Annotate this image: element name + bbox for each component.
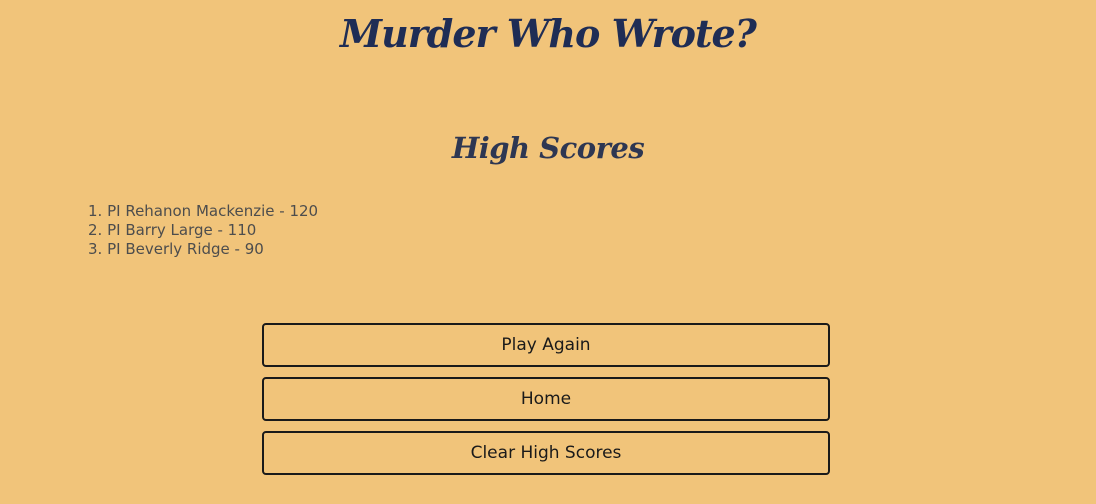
app-title: Murder Who Wrote? [340, 11, 757, 56]
home-button[interactable]: Home [262, 377, 830, 421]
high-score-entry: 1. PI Rehanon Mackenzie - 120 [88, 202, 319, 220]
high-scores-list: 1. PI Rehanon Mackenzie - 120 2. PI Barr… [88, 202, 318, 259]
clear-high-scores-button[interactable]: Clear High Scores [262, 431, 830, 475]
high-scores-heading: High Scores [451, 131, 645, 165]
play-again-button[interactable]: Play Again [262, 323, 830, 367]
high-score-entry: 2. PI Barry Large - 110 [88, 221, 257, 239]
high-score-entry: 3. PI Beverly Ridge - 90 [88, 240, 264, 258]
